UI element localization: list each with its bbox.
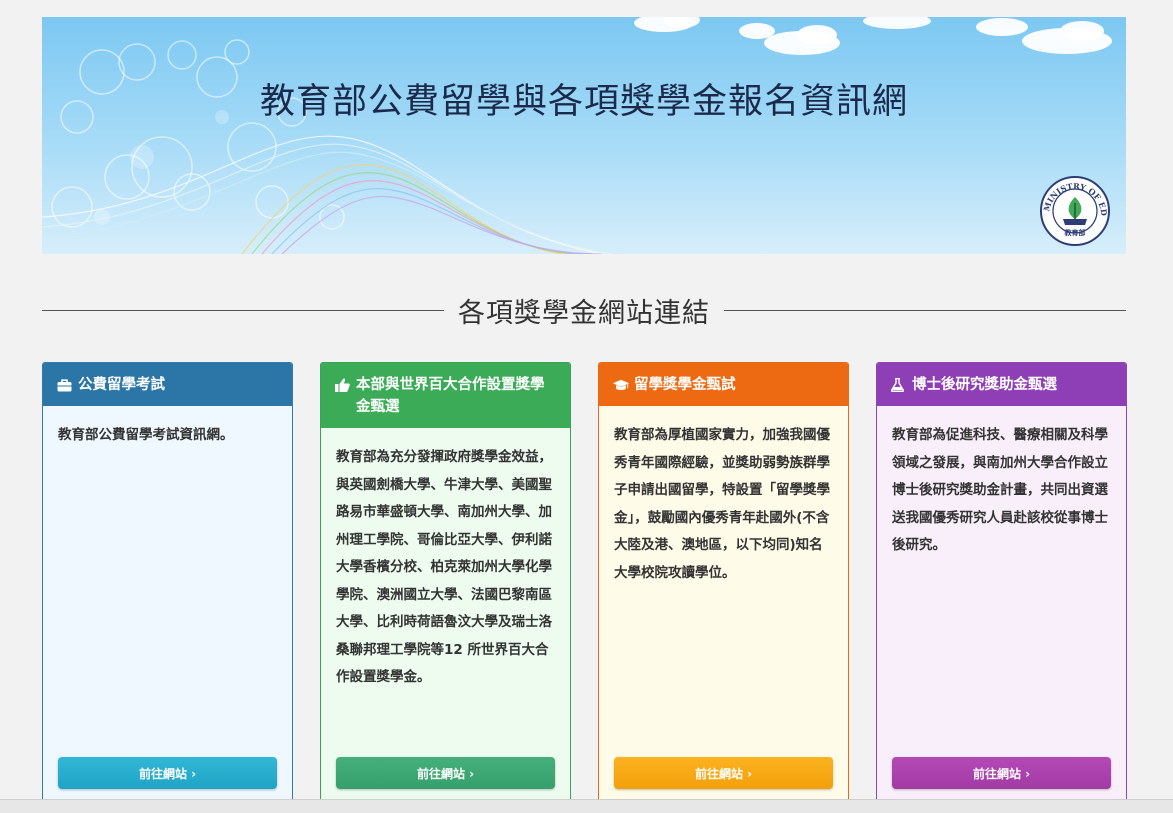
- card-postdoc-scholarship: 博士後研究獎助金甄選 教育部為促進科技、醫療相關及科學領域之發展，與南加州大學合…: [876, 362, 1127, 802]
- page: 教育部公費留學與各項獎學金報名資訊網 MINISTRY OF EDUCATION…: [0, 0, 1173, 813]
- card-header: 博士後研究獎助金甄選: [877, 363, 1126, 406]
- card-header: 本部與世界百大合作設置獎學金甄選: [321, 363, 570, 428]
- window-bottom-bar: [0, 799, 1173, 813]
- card-title: 公費留學考試: [78, 377, 165, 393]
- go-to-website-button[interactable]: 前往網站 ›: [892, 757, 1111, 789]
- card-description: 教育部為厚植國家實力，加強我國優秀青年國際經驗，並獎助弱勢族群學子申請出國留學，…: [614, 427, 830, 581]
- banner-decoration: [42, 17, 1112, 254]
- thumbs-up-icon: [335, 374, 351, 396]
- briefcase-icon: [57, 374, 73, 396]
- card-header: 留學獎學金甄試: [599, 363, 848, 406]
- card-title: 留學獎學金甄試: [634, 377, 736, 393]
- card-description: 教育部為促進科技、醫療相關及科學領域之發展，與南加州大學合作設立博士後研究獎助金…: [892, 427, 1108, 553]
- card-title: 博士後研究獎助金甄選: [912, 377, 1057, 393]
- heading-rule-left: [42, 309, 444, 311]
- go-to-website-button[interactable]: 前往網站 ›: [336, 757, 555, 789]
- banner-title: 教育部公費留學與各項獎學金報名資訊網: [259, 82, 908, 122]
- card-description: 教育部為充分發揮政府獎學金效益，與英國劍橋大學、牛津大學、美國聖路易市華盛頓大學…: [336, 449, 552, 685]
- graduation-cap-icon: [613, 374, 629, 396]
- card-title: 本部與世界百大合作設置獎學金甄選: [356, 377, 545, 415]
- heading-rule-right: [724, 309, 1126, 311]
- go-to-website-button[interactable]: 前往網站 ›: [58, 757, 277, 789]
- flask-icon: [891, 374, 907, 396]
- card-header: 公費留學考試: [43, 363, 292, 406]
- card-overseas-exam: 公費留學考試 教育部公費留學考試資訊網。 前往網站 ›: [42, 362, 293, 802]
- site-banner: 教育部公費留學與各項獎學金報名資訊網 MINISTRY OF EDUCATION…: [42, 17, 1126, 254]
- go-to-website-button[interactable]: 前往網站 ›: [614, 757, 833, 789]
- card-top100-scholarship: 本部與世界百大合作設置獎學金甄選 教育部為充分發揮政府獎學金效益，與英國劍橋大學…: [320, 362, 571, 802]
- ministry-seal-icon: MINISTRY OF EDUCATION 教育部: [1039, 175, 1110, 246]
- section-heading: 各項獎學金網站連結: [42, 290, 1126, 330]
- card-study-abroad-scholarship: 留學獎學金甄試 教育部為厚植國家實力，加強我國優秀青年國際經驗，並獎助弱勢族群學…: [598, 362, 849, 802]
- section-heading-text: 各項獎學金網站連結: [458, 297, 710, 329]
- card-description: 教育部公費留學考試資訊網。: [58, 427, 234, 443]
- svg-text:教育部: 教育部: [1064, 228, 1086, 237]
